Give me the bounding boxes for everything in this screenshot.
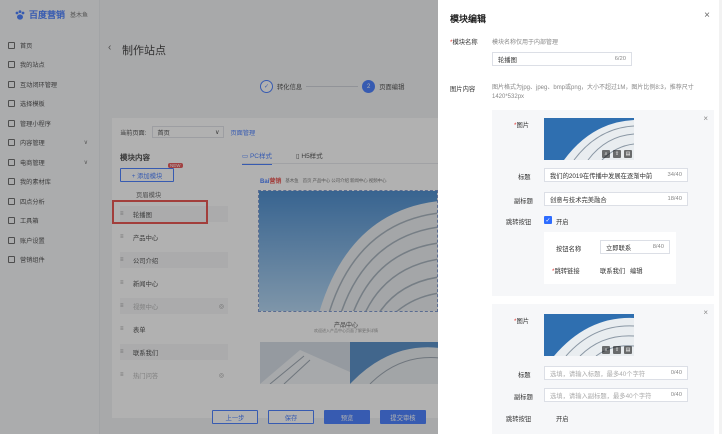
subtitle-label: 副标题 (514, 394, 533, 401)
carousel-image[interactable]: ⌕ ⇧ ▤ (544, 314, 634, 356)
jump-button-label: 跳转按钮 (506, 416, 532, 423)
module-name-input[interactable]: 轮播图 6/20 (492, 52, 632, 66)
zoom-icon[interactable]: ⌕ (602, 346, 610, 354)
close-icon[interactable]: × (703, 308, 708, 317)
app-root: 百度营销 基木鱼 首页 我的站点 互动闭环管理 选择模板 管理小程序 内容管理 ∨ 电商管理 ∨… (0, 0, 722, 434)
button-name-label: 按钮名称 (556, 246, 582, 253)
jump-toggle-label: 开启 (556, 219, 569, 226)
image-tools: ⌕ ⇧ ▤ (602, 150, 632, 158)
image-label: *图片 (514, 318, 530, 325)
image-content-label: 图片内容 (450, 86, 476, 93)
image-content-hint: 图片格式为jpg、jpeg、bmp或png，大小不超过1M，图片比例8:3，推荐… (492, 85, 694, 100)
module-name-hint: 模块名称仅用于内部管理 (492, 40, 559, 46)
subtitle-input[interactable]: 创意与技术完美融合 18/40 (544, 192, 688, 206)
subtitle-input[interactable]: 选填，请输入副标题，最多40个字符 0/40 (544, 388, 688, 402)
module-edit-drawer: 模块编辑 × *模块名称 模块名称仅用于内部管理 轮播图 6/20 图片内容 图… (438, 0, 722, 434)
drawer-title: 模块编辑 (450, 14, 487, 24)
title-label: 标题 (518, 174, 531, 181)
image-label: *图片 (514, 122, 530, 129)
title-label: 标题 (518, 372, 531, 379)
carousel-item-card: × *图片 ⌕ ⇧ ▤ 标题 我们的2019在传播中发展在逐渐中前 34/40 … (492, 110, 714, 296)
title-input[interactable]: 我们的2019在传播中发展在逐渐中前 34/40 (544, 168, 688, 182)
upload-icon[interactable]: ⇧ (613, 346, 621, 354)
image-tools: ⌕ ⇧ ▤ (602, 346, 632, 354)
jump-button-label: 跳转按钮 (506, 219, 532, 226)
jump-link-value: 联系我们 (600, 268, 626, 275)
close-icon[interactable]: × (704, 10, 710, 21)
jump-link-label: *跳转链接 (552, 268, 580, 275)
module-name-label: *模块名称 (450, 39, 478, 46)
close-icon[interactable]: × (703, 114, 708, 123)
jump-toggle-label: 开启 (556, 416, 569, 423)
button-settings-card: 按钮名称 立即联系 8/40 *跳转链接 联系我们 编辑 (544, 232, 676, 284)
modal-overlay[interactable] (0, 0, 438, 434)
title-input[interactable]: 选填，请输入标题，最多40个字符 0/40 (544, 366, 688, 380)
carousel-item-card: × *图片 ⌕ ⇧ ▤ 标题 选填，请输入标题，最多40个字符 0/40 副标题… (492, 304, 714, 434)
delete-icon[interactable]: ▤ (624, 346, 632, 354)
zoom-icon[interactable]: ⌕ (602, 150, 610, 158)
checkbox-checked-icon[interactable]: ✓ (544, 216, 552, 224)
upload-icon[interactable]: ⇧ (613, 150, 621, 158)
button-name-input[interactable]: 立即联系 8/40 (600, 240, 670, 254)
delete-icon[interactable]: ▤ (624, 150, 632, 158)
carousel-image[interactable]: ⌕ ⇧ ▤ (544, 118, 634, 160)
edit-link[interactable]: 编辑 (630, 266, 643, 275)
subtitle-label: 副标题 (514, 198, 533, 205)
